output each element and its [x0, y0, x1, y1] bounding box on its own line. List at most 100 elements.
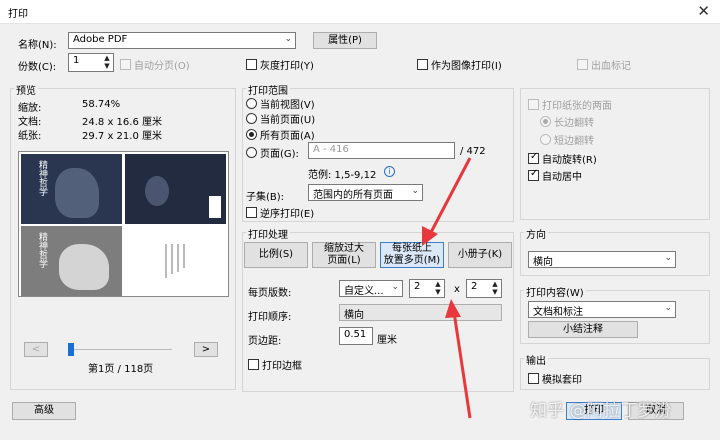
bleed-marks-option[interactable]: 出血标记 [577, 57, 631, 72]
chevron-down-icon: ⌄ [664, 303, 672, 313]
all-pages-radio[interactable] [246, 129, 257, 140]
close-icon[interactable]: ✕ [697, 2, 710, 20]
range-current-page[interactable]: 当前页面(U) [246, 111, 315, 126]
auto-rotate-label: 自动旋转(R) [542, 155, 597, 166]
print-handling-title: 打印处理 [246, 226, 290, 241]
statue-image [59, 244, 109, 290]
both-sides-option[interactable]: 打印纸张的两面 [528, 97, 612, 112]
print-border-label: 打印边框 [262, 361, 302, 372]
printer-select-value: Adobe PDF [73, 34, 128, 45]
short-edge-radio[interactable] [540, 134, 551, 145]
next-page-button[interactable]: > [194, 342, 218, 357]
barcode-image [209, 196, 221, 218]
current-view-label: 当前视图(V) [260, 100, 315, 111]
pages-input[interactable]: A - 416 [308, 142, 455, 159]
statue-image [145, 176, 169, 206]
tab-shrink-oversized[interactable]: 缩放过大 页面(L) [312, 242, 376, 268]
auto-center-checkbox[interactable] [528, 168, 539, 181]
subset-value: 范围内的所有页面 [313, 190, 393, 201]
window-title: 打印 [8, 9, 28, 20]
tab-scale[interactable]: 比例(S) [244, 242, 308, 268]
summarize-comments-button[interactable]: 小结注释 [528, 321, 638, 338]
output-title: 输出 [524, 352, 548, 367]
spin-down-icon[interactable]: ▼ [433, 289, 443, 296]
short-edge-option[interactable]: 短边翻转 [540, 132, 594, 147]
document-size-value: 24.8 x 16.6 厘米 [82, 117, 162, 128]
orientation-select[interactable]: 横向 ⌄ [528, 251, 676, 268]
long-edge-radio[interactable] [540, 116, 551, 127]
both-sides-checkbox[interactable] [528, 99, 539, 110]
reverse-order-checkbox[interactable] [246, 207, 257, 218]
properties-button[interactable]: 属性(P) [313, 32, 377, 49]
preview-thumbnail-3: 精神哲学 [21, 226, 122, 296]
subset-select[interactable]: 范围内的所有页面 ⌄ [308, 184, 423, 201]
columns-stepper[interactable]: 2 ▲ ▼ [409, 279, 445, 298]
print-content-select[interactable]: 文档和标注 ⌄ [528, 301, 676, 318]
long-edge-label: 长边翻转 [554, 118, 594, 129]
preview-thumbnail-2 [125, 154, 226, 224]
text-line [165, 244, 167, 278]
print-border-option[interactable]: 打印边框 [248, 357, 302, 372]
info-icon[interactable]: i [384, 166, 395, 177]
all-pages-label: 所有页面(A) [260, 131, 315, 142]
page-slider-thumb[interactable] [68, 343, 74, 356]
auto-rotate-option[interactable]: 自动旋转(R) [528, 151, 597, 166]
spin-up-icon[interactable]: ▲ [102, 55, 112, 62]
range-pages[interactable]: 页面(G): [246, 145, 299, 160]
chevron-down-icon: ⌄ [391, 282, 399, 292]
both-sides-label: 打印纸张的两面 [542, 101, 612, 112]
orientation-title: 方向 [524, 226, 548, 241]
short-edge-label: 短边翻转 [554, 136, 594, 147]
auto-center-label: 自动居中 [542, 172, 582, 183]
current-view-radio[interactable] [246, 98, 257, 109]
spin-down-icon[interactable]: ▼ [102, 63, 112, 70]
orientation-value: 横向 [533, 257, 553, 268]
prev-page-button[interactable]: < [24, 342, 48, 357]
simulate-overprint-checkbox[interactable] [528, 373, 539, 384]
margin-input[interactable]: 0.51 [339, 327, 373, 345]
reverse-order-option[interactable]: 逆序打印(E) [246, 205, 314, 220]
tab-multiple-pages[interactable]: 每张纸上 放置多页(M) [380, 242, 444, 268]
preview-title: 预览 [14, 82, 38, 97]
total-pages: / 472 [460, 146, 486, 157]
page-order-select[interactable]: 横向 [339, 304, 502, 321]
print-as-image-option[interactable]: 作为图像打印(I) [417, 57, 502, 72]
page-indicator: 第1页 / 118页 [88, 364, 154, 375]
bleed-marks-checkbox[interactable] [577, 59, 588, 70]
statue-image [55, 168, 99, 218]
text-line [171, 244, 173, 274]
long-edge-option[interactable]: 长边翻转 [540, 114, 594, 129]
range-all-pages[interactable]: 所有页面(A) [246, 127, 315, 142]
pages-radio[interactable] [246, 147, 257, 158]
copies-value: 1 [73, 55, 80, 66]
preview-sheet: 精神哲学 精神哲学 [18, 151, 229, 297]
pages-per-sheet-value: 自定义... [344, 286, 384, 297]
spin-up-icon[interactable]: ▲ [433, 281, 443, 288]
rows-stepper[interactable]: 2 ▲ ▼ [466, 279, 502, 298]
range-current-view[interactable]: 当前视图(V) [246, 96, 315, 111]
auto-center-option[interactable]: 自动居中 [528, 168, 582, 183]
preview-thumbnail-4 [125, 226, 226, 296]
spin-up-icon[interactable]: ▲ [490, 281, 500, 288]
auto-rotate-checkbox[interactable] [528, 151, 539, 164]
simulate-overprint-option[interactable]: 模拟套印 [528, 371, 582, 386]
advanced-button[interactable]: 高级 [12, 402, 76, 420]
grayscale-checkbox[interactable] [246, 59, 257, 70]
chevron-down-icon: ⌄ [284, 34, 292, 44]
pages-per-sheet-select[interactable]: 自定义... ⌄ [339, 280, 403, 297]
print-border-checkbox[interactable] [248, 359, 259, 370]
printer-select[interactable]: Adobe PDF ⌄ [68, 32, 296, 49]
current-page-radio[interactable] [246, 113, 257, 124]
collate-option[interactable]: 自动分页(O) [120, 57, 190, 72]
copies-stepper[interactable]: 1 ▲ ▼ [68, 53, 114, 72]
spin-down-icon[interactable]: ▼ [490, 289, 500, 296]
collate-checkbox[interactable] [120, 59, 131, 70]
tab-booklet[interactable]: 小册子(K) [448, 242, 512, 268]
grayscale-option[interactable]: 灰度打印(Y) [246, 57, 314, 72]
print-as-image-checkbox[interactable] [417, 59, 428, 70]
current-page-label: 当前页面(U) [260, 115, 316, 126]
zoom-label: 缩放: [18, 103, 42, 114]
paper-size-value: 29.7 x 21.0 厘米 [82, 131, 162, 142]
print-range-title: 打印范围 [246, 82, 290, 97]
chevron-down-icon: ⌄ [411, 186, 419, 196]
